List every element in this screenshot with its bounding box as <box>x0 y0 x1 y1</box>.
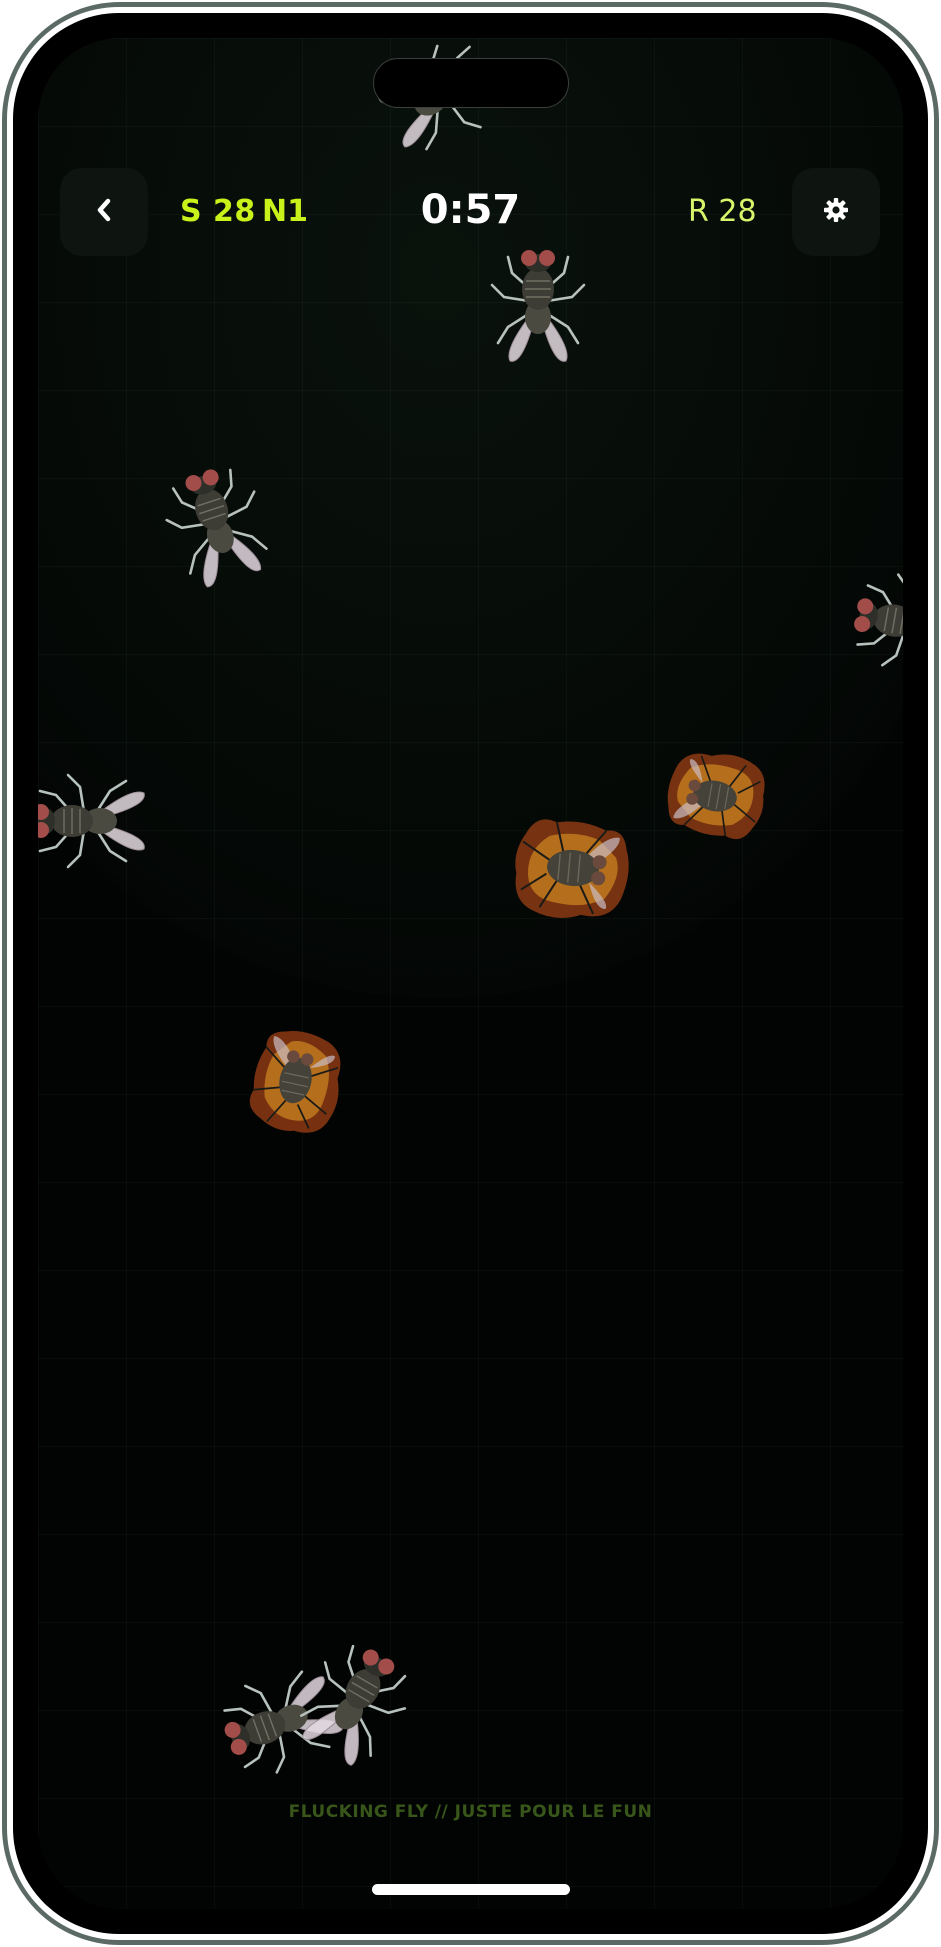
phone-device: S 28 N1 0:57 R 28 FLUCKING FLY // JUSTE … <box>0 0 941 1947</box>
game-screen[interactable]: S 28 N1 0:57 R 28 FLUCKING FLY // JUSTE … <box>38 38 903 1909</box>
background-grid <box>38 38 903 1909</box>
fly-squashed <box>498 797 649 939</box>
settings-button[interactable] <box>792 168 880 256</box>
back-button[interactable] <box>60 168 148 256</box>
footer-tagline: FLUCKING FLY // JUSTE POUR LE FUN <box>288 1802 653 1822</box>
home-indicator[interactable] <box>372 1884 570 1895</box>
dynamic-island <box>373 58 569 108</box>
fly-live[interactable] <box>478 238 598 368</box>
fly-live[interactable] <box>38 761 151 881</box>
record-counter: R 28 <box>688 194 757 229</box>
chevron-left-icon <box>93 197 115 227</box>
score-counter: S 28 <box>180 194 256 229</box>
gear-icon <box>822 196 850 228</box>
fly-squashed <box>646 731 783 860</box>
level-indicator: N1 <box>262 194 308 229</box>
timer: 0:57 <box>420 187 521 233</box>
